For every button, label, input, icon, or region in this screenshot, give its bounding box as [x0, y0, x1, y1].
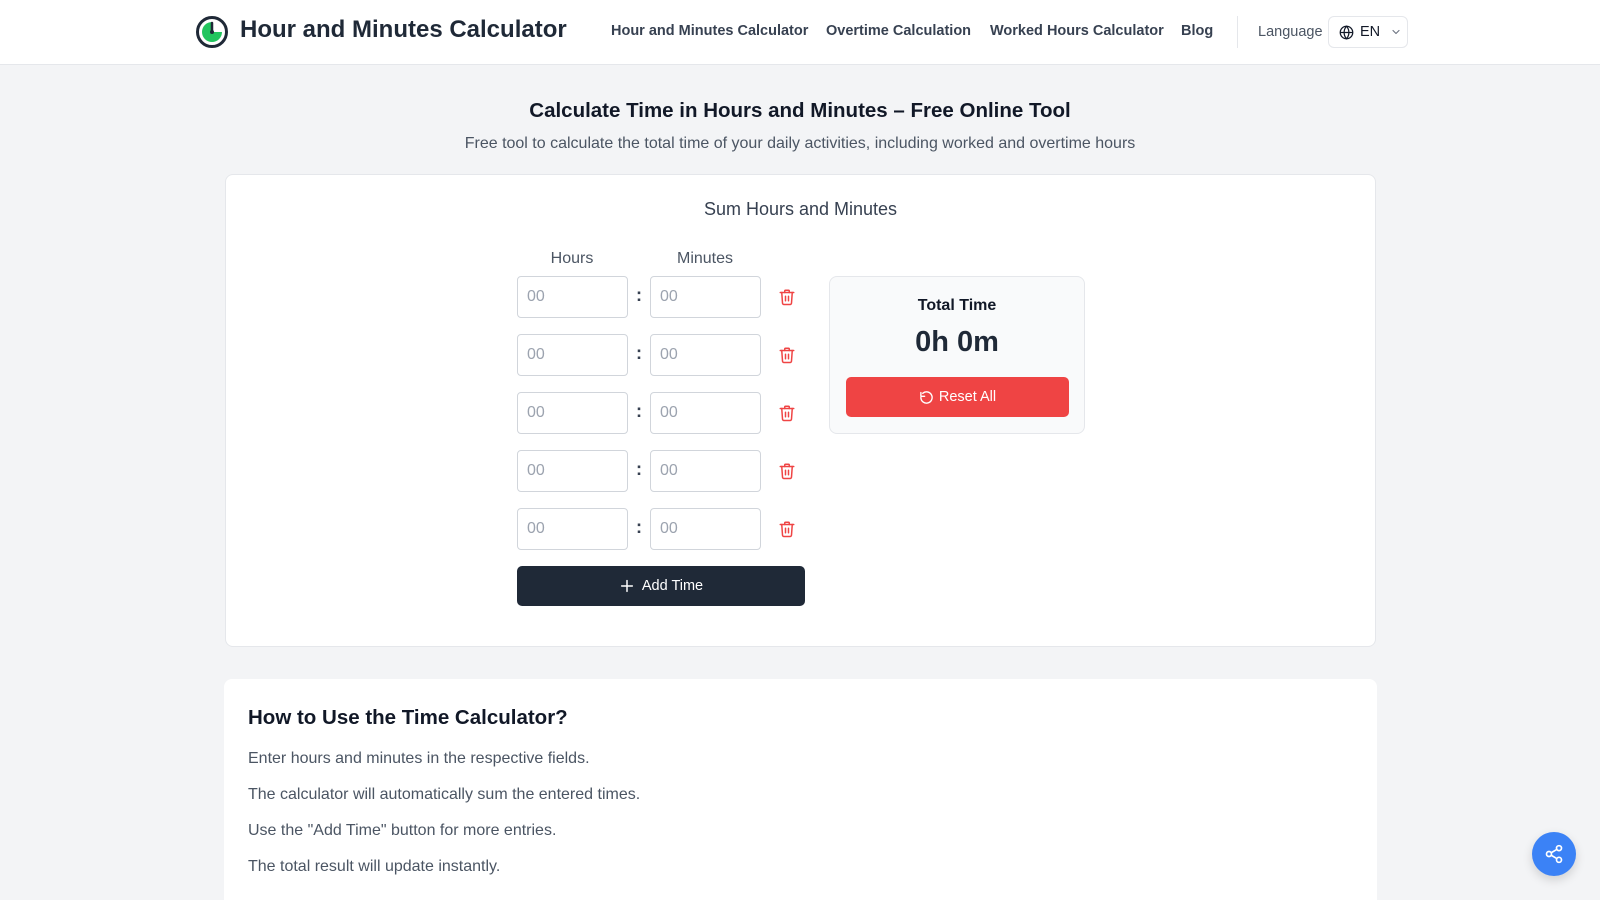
trash-icon[interactable] — [778, 520, 796, 538]
trash-icon[interactable] — [778, 462, 796, 480]
howto-steps: Enter hours and minutes in the respectiv… — [248, 749, 640, 893]
nav-blog[interactable]: Blog — [1181, 23, 1213, 39]
page-title: Calculate Time in Hours and Minutes – Fr… — [529, 99, 1071, 122]
reset-all-button[interactable]: Reset All — [846, 377, 1069, 417]
page-subtitle: Free tool to calculate the total time of… — [464, 135, 1136, 152]
time-row: : — [226, 392, 1375, 434]
time-row: : — [226, 276, 1375, 318]
nav-hour-minutes-calculator[interactable]: Hour and Minutes Calculator — [611, 23, 808, 39]
howto-title: How to Use the Time Calculator? — [248, 706, 568, 729]
total-value: 0h 0m — [915, 326, 999, 358]
time-separator: : — [636, 517, 642, 537]
total-label: Total Time — [917, 297, 997, 314]
hours-input[interactable] — [517, 276, 628, 318]
trash-icon[interactable] — [778, 288, 796, 306]
plus-icon — [620, 579, 633, 593]
share-icon — [1545, 844, 1563, 864]
nav-overtime-calculation[interactable]: Overtime Calculation — [826, 23, 971, 39]
chevron-down-icon — [1392, 29, 1400, 35]
howto-step: Enter hours and minutes in the respectiv… — [248, 750, 590, 767]
share-button[interactable] — [1532, 832, 1576, 876]
minutes-input[interactable] — [650, 392, 761, 434]
language-select[interactable]: EN — [1328, 16, 1408, 48]
trash-icon[interactable] — [778, 346, 796, 364]
hours-input[interactable] — [517, 334, 628, 376]
hours-input[interactable] — [517, 392, 628, 434]
time-separator: : — [636, 285, 642, 305]
hours-input[interactable] — [517, 508, 628, 550]
howto-step: The total result will update instantly. — [248, 858, 501, 875]
language-code: EN — [1360, 24, 1381, 40]
time-separator: : — [636, 459, 642, 479]
howto-card: How to Use the Time Calculator? Enter ho… — [224, 679, 1377, 900]
add-time-button[interactable]: Add Time — [517, 566, 805, 606]
time-separator: : — [636, 401, 642, 421]
howto-step: The calculator will automatically sum th… — [248, 786, 641, 803]
hours-column-header: Hours — [550, 250, 594, 267]
time-row: : — [226, 508, 1375, 550]
globe-icon — [1339, 24, 1354, 40]
hours-input[interactable] — [517, 450, 628, 492]
calculator-card: Sum Hours and Minutes Hours Minutes : : … — [225, 174, 1376, 647]
howto-step: Use the "Add Time" button for more entri… — [248, 822, 557, 839]
minutes-input[interactable] — [650, 508, 761, 550]
language-label: Language — [1258, 24, 1323, 40]
time-separator: : — [636, 343, 642, 363]
reset-all-label: Reset All — [938, 389, 997, 405]
rotate-ccw-icon — [920, 390, 933, 404]
time-row: : — [226, 450, 1375, 492]
minutes-column-header: Minutes — [676, 250, 734, 267]
minutes-input[interactable] — [650, 334, 761, 376]
time-row: : — [226, 334, 1375, 376]
calculator-title: Sum Hours and Minutes — [703, 199, 898, 219]
nav-divider — [1237, 16, 1238, 48]
total-panel: Total Time 0h 0m Reset All — [829, 276, 1085, 434]
minutes-input[interactable] — [650, 276, 761, 318]
nav-worked-hours-calculator[interactable]: Worked Hours Calculator — [990, 23, 1164, 39]
minutes-input[interactable] — [650, 450, 761, 492]
add-time-label: Add Time — [641, 578, 704, 594]
site-header: Hour and Minutes Calculator Hour and Min… — [0, 0, 1600, 65]
trash-icon[interactable] — [778, 404, 796, 422]
